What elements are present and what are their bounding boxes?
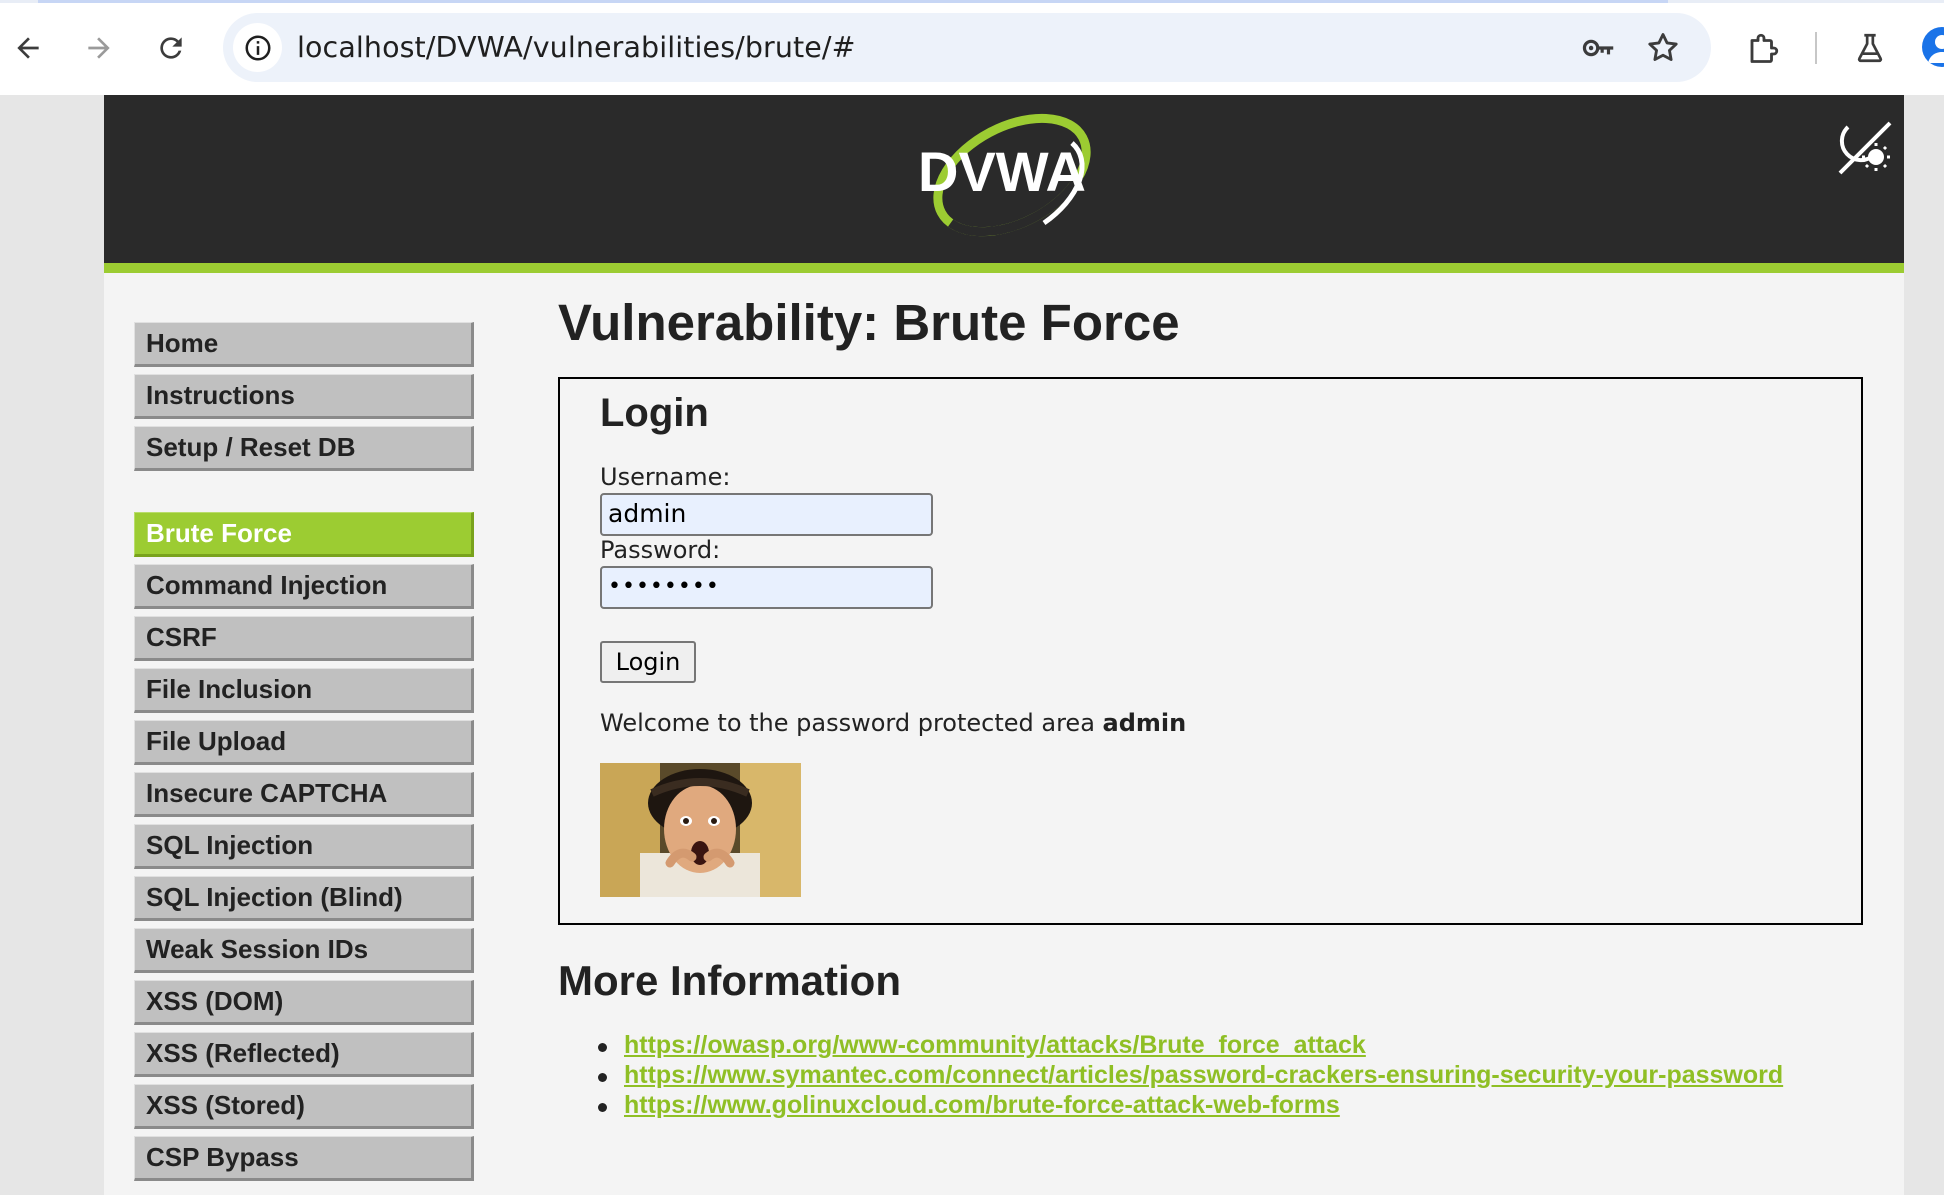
tab-strip-edge: [0, 0, 1944, 3]
site-info-icon: [245, 35, 270, 60]
page-container: DVWA Home Instructions Setup / Reset DB …: [104, 95, 1904, 1195]
sidebar-item-insecure-captcha[interactable]: Insecure CAPTCHA: [134, 772, 474, 817]
sidebar-item-xss-stored[interactable]: XSS (Stored): [134, 1084, 474, 1129]
password-key-button[interactable]: [1578, 27, 1620, 69]
password-input[interactable]: ••••••••: [600, 566, 933, 609]
moon-sun-toggle-icon[interactable]: [1834, 117, 1898, 181]
welcome-username: admin: [1102, 709, 1187, 737]
welcome-message: Welcome to the password protected area a…: [600, 709, 1186, 737]
extensions-button[interactable]: [1738, 22, 1790, 74]
toolbar-separator: [1815, 32, 1817, 64]
owasp-link[interactable]: https://owasp.org/www-community/attacks/…: [624, 1031, 1366, 1059]
browser-toolbar: localhost/DVWA/vulnerabilities/brute/#: [0, 0, 1944, 95]
sidebar-item-setup-reset-db[interactable]: Setup / Reset DB: [134, 426, 474, 471]
sidebar-item-csrf[interactable]: CSRF: [134, 616, 474, 661]
login-panel: Login Username: admin Password: ••••••••…: [558, 377, 1863, 925]
back-button[interactable]: [2, 22, 54, 74]
address-bar[interactable]: localhost/DVWA/vulnerabilities/brute/#: [223, 13, 1711, 82]
reload-icon: [160, 37, 182, 59]
sidebar-item-command-injection[interactable]: Command Injection: [134, 564, 474, 609]
extensions-icon: [1750, 33, 1779, 63]
page-title: Vulnerability: Brute Force: [558, 294, 1180, 351]
password-key-icon: [1582, 39, 1614, 57]
sidebar-vulnerabilities-menu: Brute Force Command Injection CSRF File …: [134, 512, 474, 1188]
sidebar-item-sql-injection[interactable]: SQL Injection: [134, 824, 474, 869]
back-icon: [17, 37, 39, 59]
sidebar-item-home[interactable]: Home: [134, 322, 474, 367]
site-info-button[interactable]: [233, 23, 282, 72]
golinuxcloud-link[interactable]: https://www.golinuxcloud.com/brute-force…: [624, 1091, 1340, 1119]
login-button[interactable]: Login: [600, 641, 696, 683]
page-gutter-left: [0, 95, 104, 1195]
sidebar-item-weak-session-ids[interactable]: Weak Session IDs: [134, 928, 474, 973]
sidebar-item-file-upload[interactable]: File Upload: [134, 720, 474, 765]
sidebar-item-file-inclusion[interactable]: File Inclusion: [134, 668, 474, 713]
reload-button[interactable]: [145, 22, 197, 74]
login-heading: Login: [600, 391, 709, 435]
password-label: Password:: [600, 536, 721, 564]
list-item: https://www.symantec.com/connect/article…: [598, 1061, 1783, 1091]
bookmark-star-icon: [1648, 33, 1678, 61]
username-label: Username:: [600, 463, 731, 491]
page-gutter-right: [1904, 95, 1944, 1195]
sidebar-item-brute-force[interactable]: Brute Force: [134, 512, 474, 557]
svg-text:DVWA: DVWA: [918, 140, 1086, 203]
sidebar-item-csp-bypass[interactable]: CSP Bypass: [134, 1136, 474, 1181]
dvwa-logo: DVWA: [918, 113, 1091, 237]
welcome-text: Welcome to the password protected area: [600, 709, 1103, 737]
more-information-links: https://owasp.org/www-community/attacks/…: [598, 1031, 1783, 1121]
username-input[interactable]: admin: [600, 493, 933, 536]
url-text[interactable]: localhost/DVWA/vulnerabilities/brute/#: [297, 13, 856, 82]
forward-icon: [88, 37, 110, 59]
bookmark-button[interactable]: [1642, 27, 1684, 69]
symantec-link[interactable]: https://www.symantec.com/connect/article…: [624, 1061, 1783, 1089]
sidebar-item-instructions[interactable]: Instructions: [134, 374, 474, 419]
forward-button[interactable]: [73, 22, 125, 74]
profile-avatar-icon[interactable]: [1922, 27, 1944, 67]
sidebar-main-menu: Home Instructions Setup / Reset DB: [134, 322, 474, 478]
user-photo: [600, 763, 801, 897]
sidebar-item-xss-reflected[interactable]: XSS (Reflected): [134, 1032, 474, 1077]
sidebar-item-xss-dom[interactable]: XSS (DOM): [134, 980, 474, 1025]
header-accent-bar: [104, 263, 1904, 273]
sidebar-item-sql-injection-blind[interactable]: SQL Injection (Blind): [134, 876, 474, 921]
site-header: DVWA: [104, 95, 1904, 263]
list-item: https://owasp.org/www-community/attacks/…: [598, 1031, 1783, 1061]
list-item: https://www.golinuxcloud.com/brute-force…: [598, 1091, 1783, 1121]
labs-button[interactable]: [1844, 22, 1896, 74]
labs-flask-icon: [1857, 33, 1883, 63]
more-information-heading: More Information: [558, 957, 901, 1004]
